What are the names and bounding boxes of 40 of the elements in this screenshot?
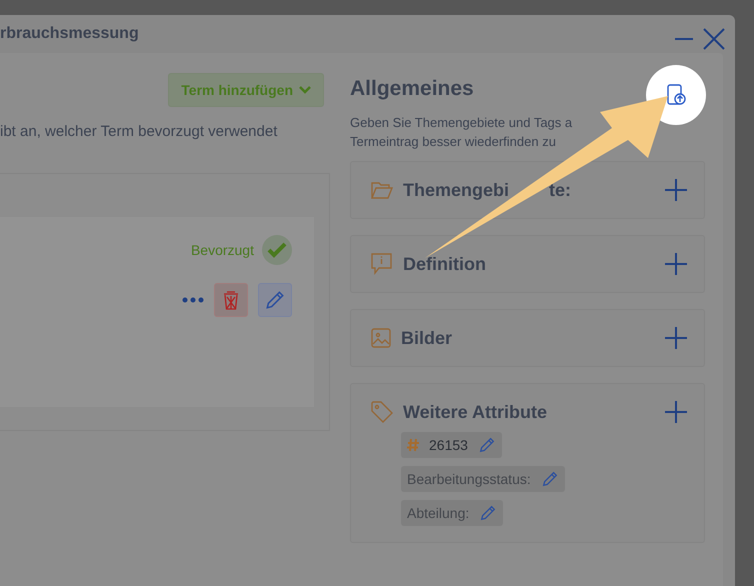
add-button[interactable] [664,400,688,424]
info-bubble-icon [371,253,393,275]
section-label: Themengebi [403,180,510,200]
description-text: Termeintrag besser wiederfinden zu [350,133,556,151]
attribute-chip[interactable]: 26153 [401,432,502,458]
add-button[interactable] [664,252,688,276]
attribute-value: Bearbeitungsstatus: [407,471,531,487]
section-label: Weitere Attribute [403,402,548,422]
attribute-value: 26153 [429,437,468,453]
description-text: Geben Sie Themengebiete und Tags a [350,114,572,132]
minimize-icon[interactable] [675,37,693,41]
preferred-check[interactable] [262,235,292,265]
pencil-icon [540,470,559,488]
add-button[interactable] [664,178,688,202]
delete-button[interactable] [214,283,248,317]
section-label: Definition [403,254,486,274]
more-icon[interactable] [182,297,204,303]
tag-icon [371,401,393,423]
attribute-chip[interactable]: Abteilung: [401,500,504,526]
pencil-icon [264,289,286,311]
edit-button[interactable] [258,283,292,317]
attribute-value: Abteilung: [407,505,470,521]
hint-text: ibt an, welcher Term bevorzugt verwendet [0,123,278,140]
section-label: Bilder [401,328,452,348]
chevron-icon [299,85,311,95]
hash-icon [407,438,419,452]
pencil-icon [479,504,498,522]
window-title: rbrauchsmessung [0,25,139,43]
pencil-icon [478,436,496,454]
close-icon[interactable] [703,28,725,50]
image-icon [371,328,391,348]
check-icon [267,242,287,258]
attribute-chip[interactable]: Bearbeitungsstatus: [401,466,565,492]
section-label: te: [549,180,572,200]
add-button[interactable] [664,326,688,350]
folder-icon [371,180,393,200]
trash-icon [222,290,240,310]
preferred-label: Bevorzugt [190,242,254,258]
section-title: Allgemeines [350,77,474,101]
add-term-button[interactable]: Term hinzufügen [168,73,324,107]
